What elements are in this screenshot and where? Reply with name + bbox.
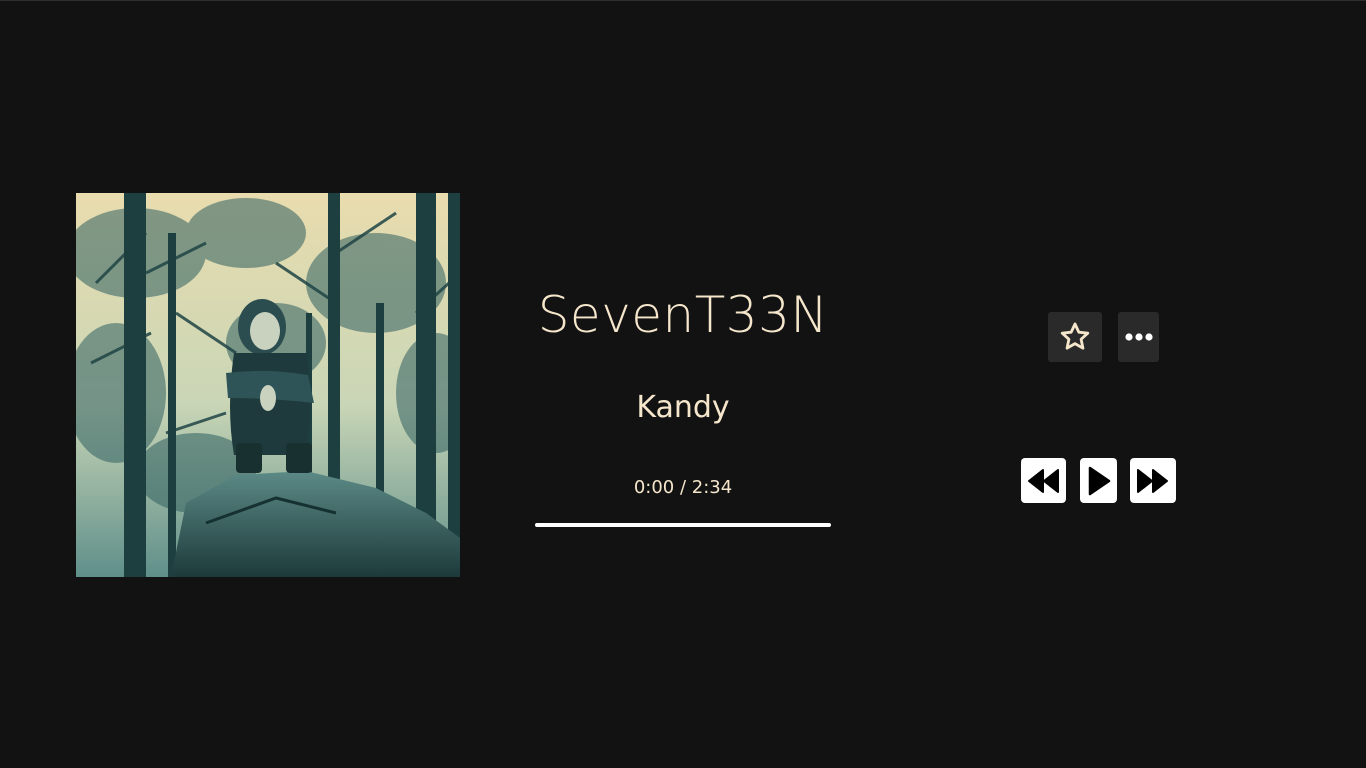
more-horizontal-icon: [1124, 333, 1153, 341]
rewind-button[interactable]: [1021, 458, 1066, 503]
fast-forward-icon: [1137, 468, 1168, 493]
progress-bar[interactable]: [535, 523, 831, 527]
song-title: Kandy: [636, 390, 730, 425]
rewind-icon: [1027, 468, 1059, 493]
fast-forward-button[interactable]: [1130, 458, 1176, 503]
time-display: 0:00 / 2:34: [633, 477, 733, 498]
play-icon: [1088, 466, 1110, 495]
play-button[interactable]: [1080, 458, 1117, 503]
more-options-button[interactable]: [1118, 312, 1159, 362]
favorite-button[interactable]: [1048, 312, 1102, 362]
window-top-border: [0, 0, 1366, 1]
star-icon: [1060, 322, 1090, 350]
album-art: [76, 193, 460, 577]
artist-name: SevenT33N: [537, 286, 829, 344]
